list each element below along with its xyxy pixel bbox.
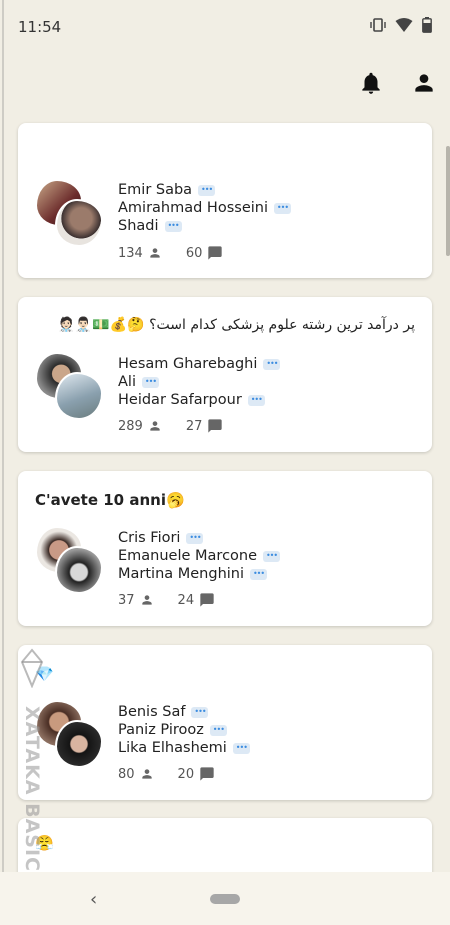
person-icon[interactable] (411, 70, 437, 96)
vibrate-icon (370, 18, 386, 32)
messages-count: 60 (185, 245, 203, 261)
card-stats: 134 60 (118, 245, 223, 261)
chat-icon (208, 246, 223, 260)
app-bar (0, 52, 450, 116)
chat-icon (200, 593, 214, 607)
member-list: Cris Fiori ••• Emanuele Marcone ••• Martin… (118, 529, 281, 583)
bell-icon[interactable] (358, 70, 384, 96)
member-name: Cris Fiori (118, 530, 181, 546)
member-name: Hesam Gharebaghi (118, 356, 258, 372)
member-row: Amirahmad Hosseini ••• (118, 199, 291, 217)
member-row: Emanuele Marcone ••• (118, 547, 281, 565)
member-row: Cris Fiori ••• (118, 529, 280, 547)
avatar-stack (35, 352, 103, 420)
watermark-text: XATAKA BASICS (21, 706, 43, 888)
watermark-logo-icon (20, 648, 44, 688)
member-row: Shadi ••• (118, 217, 291, 235)
member-row: Paniz Pirooz ••• (118, 721, 250, 739)
avatar-stack (35, 179, 103, 247)
avatar (55, 720, 103, 768)
chat-bubble-icon: ••• (141, 376, 159, 388)
member-list: Hesam Gharebaghi ••• Ali ••• Heidar Safarp… (118, 355, 281, 409)
people-icon (150, 248, 160, 258)
member-row: Benis Saf ••• (118, 703, 250, 721)
member-list: Emir Saba ••• Amirahmad Hosseini ••• Shadi… (118, 181, 291, 235)
card-stats: 37 24 (118, 592, 215, 608)
member-name: Lika Elhashemi (118, 740, 227, 756)
scrollbar[interactable] (446, 146, 450, 256)
chat-icon (200, 767, 214, 781)
home-pill-icon[interactable] (210, 894, 240, 904)
member-name: Emanuele Marcone (118, 548, 258, 564)
members-count: 134 (118, 245, 143, 261)
member-name: Emir Saba (118, 182, 193, 198)
status-icons (370, 17, 432, 33)
member-name: Heidar Safarpour (118, 392, 242, 408)
avatar-stack (35, 526, 103, 594)
group-card[interactable]: پر درآمد ترین رشته علوم پزشکی کدام است؟ … (18, 297, 432, 452)
chat-bubble-icon: ••• (263, 358, 281, 370)
messages-count: 27 (185, 418, 203, 434)
chat-bubble-icon: ••• (198, 184, 216, 196)
card-stats: 289 27 (118, 418, 223, 434)
group-title: پر درآمد ترین رشته علوم پزشکی کدام است؟ … (57, 317, 415, 333)
member-name: Ali (118, 374, 136, 390)
chat-icon (208, 419, 223, 433)
group-card[interactable]: 💎 Benis Saf ••• Paniz Pirooz ••• Lika Elha… (18, 645, 432, 800)
system-nav-bar: ‹ (0, 872, 450, 925)
chat-bubble-icon: ••• (164, 220, 182, 232)
chat-bubble-icon: ••• (250, 568, 268, 580)
member-name: Shadi (118, 218, 159, 234)
messages-count: 24 (177, 592, 195, 608)
avatar (55, 199, 103, 247)
watermark: XATAKA BASICS (20, 648, 46, 888)
card-stats: 80 20 (118, 766, 215, 782)
member-name: Paniz Pirooz (118, 722, 204, 738)
chat-bubble-icon: ••• (273, 202, 291, 214)
member-row: Heidar Safarpour ••• (118, 391, 280, 409)
member-row: Emir Saba ••• (118, 181, 291, 199)
messages-count: 20 (177, 766, 195, 782)
back-icon[interactable]: ‹ (90, 889, 97, 910)
member-name: Amirahmad Hosseini (118, 200, 268, 216)
member-row: Lika Elhashemi ••• (118, 739, 250, 757)
people-icon (150, 421, 160, 431)
member-row: Hesam Gharebaghi ••• (118, 355, 281, 373)
battery-icon (422, 17, 432, 33)
member-name: Benis Saf (118, 704, 186, 720)
chat-bubble-icon: ••• (232, 742, 250, 754)
members-count: 80 (118, 766, 135, 782)
status-time: 11:54 (18, 18, 62, 36)
member-row: Martina Menghini ••• (118, 565, 280, 583)
members-count: 37 (118, 592, 135, 608)
member-list: Benis Saf ••• Paniz Pirooz ••• Lika Elhash… (118, 703, 250, 757)
status-bar: 11:54 (0, 0, 450, 52)
group-card[interactable]: Emir Saba ••• Amirahmad Hosseini ••• Shadi… (18, 123, 432, 278)
members-count: 289 (118, 418, 143, 434)
group-card[interactable]: C'avete 10 anni🥱 Cris Fiori ••• Emanuele … (18, 471, 432, 626)
watermark-line (2, 0, 4, 925)
people-icon (141, 769, 152, 779)
avatar (55, 546, 103, 594)
group-title: C'avete 10 anni🥱 (35, 491, 185, 509)
chat-bubble-icon: ••• (191, 706, 209, 718)
wifi-icon (395, 18, 413, 32)
avatar (55, 372, 103, 420)
chat-bubble-icon: ••• (186, 532, 204, 544)
member-name: Martina Menghini (118, 566, 245, 582)
people-icon (141, 595, 152, 605)
chat-bubble-icon: ••• (263, 550, 281, 562)
chat-bubble-icon: ••• (209, 724, 227, 736)
chat-bubble-icon: ••• (247, 394, 265, 406)
member-row: Ali ••• (118, 373, 280, 391)
